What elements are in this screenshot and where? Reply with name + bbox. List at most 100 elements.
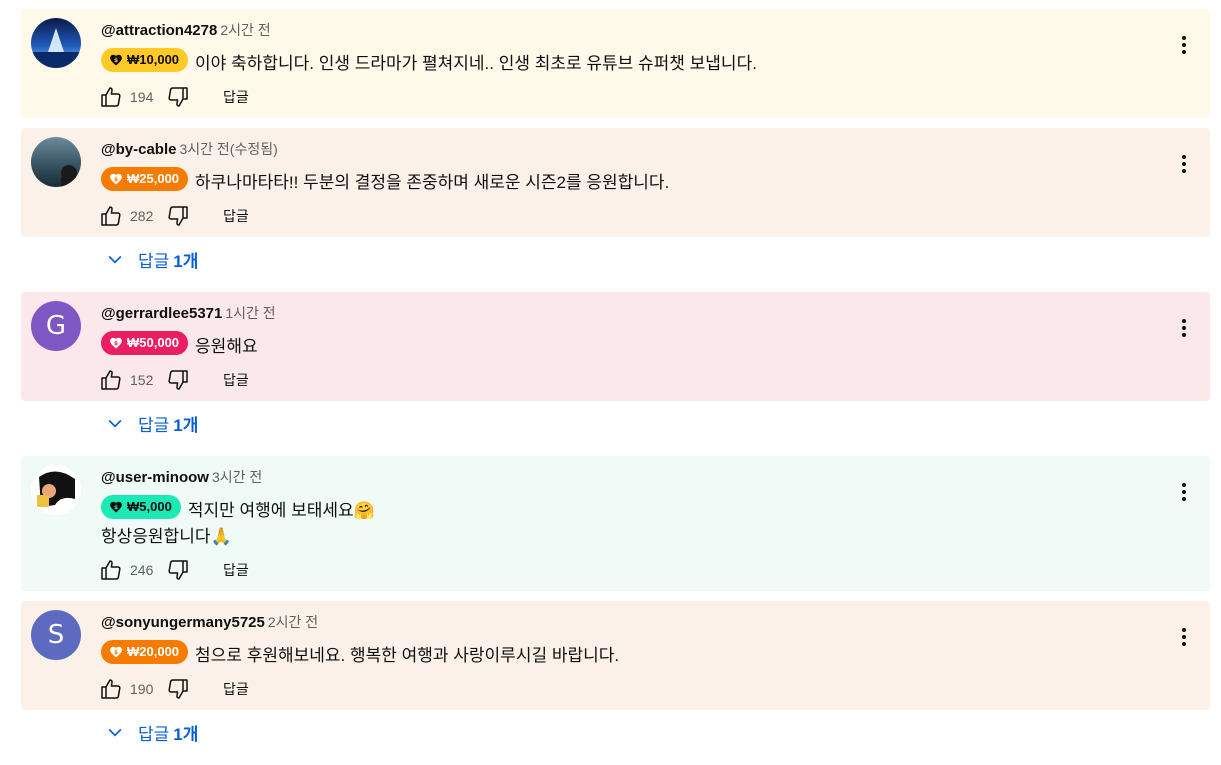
superchat-comment: @by-cable 3시간 전(수정됨) $ ₩25,000 하쿠나마타타!! 두… xyxy=(21,128,1210,237)
comment-menu-button[interactable] xyxy=(1172,33,1196,57)
avatar[interactable] xyxy=(31,137,81,187)
thumb-down-icon xyxy=(168,206,188,226)
superchat-comment: S @sonyungermany5725 2시간 전 $ ₩20,000 첨으로 … xyxy=(21,601,1210,710)
superchat-comment: @user-minoow 3시간 전 $ ₩5,000 적지만 여행에 보태세요🤗… xyxy=(21,456,1210,591)
like-button[interactable] xyxy=(99,368,123,392)
superchat-heart-icon: $ xyxy=(110,501,122,513)
avatar[interactable] xyxy=(31,18,81,68)
superchat-heart-icon: $ xyxy=(110,646,122,658)
reply-button[interactable]: 답글 xyxy=(223,679,249,699)
superchat-comment: G @gerrardlee5371 1시간 전 $ ₩50,000 응원해요 15… xyxy=(21,292,1210,401)
like-button[interactable] xyxy=(99,558,123,582)
superchat-amount: ₩5,000 xyxy=(127,499,172,514)
comment-author[interactable]: @attraction4278 xyxy=(101,22,217,39)
superchat-amount: ₩20,000 xyxy=(127,644,180,659)
comment-author[interactable]: @user-minoow xyxy=(101,469,209,486)
more-vert-icon xyxy=(1182,319,1186,337)
chevron-down-icon xyxy=(108,255,122,264)
chevron-down-icon xyxy=(108,728,122,737)
avatar[interactable]: G xyxy=(31,301,81,351)
thumb-up-icon xyxy=(101,560,121,580)
replies-count: 1개 xyxy=(173,415,199,435)
superchat-amount-badge: $ ₩25,000 xyxy=(101,167,189,191)
avatar[interactable] xyxy=(31,465,81,515)
superchat-amount: ₩10,000 xyxy=(127,52,180,67)
superchat-heart-icon: $ xyxy=(110,337,122,349)
comment-time[interactable]: 2시간 전 xyxy=(268,614,318,630)
comment-text-line2: 항상응원합니다🙏 xyxy=(101,527,232,546)
svg-text:$: $ xyxy=(114,58,118,64)
comment-time[interactable]: 2시간 전 xyxy=(220,22,270,38)
thumb-up-icon xyxy=(101,370,121,390)
replies-label: 답글 xyxy=(138,251,170,271)
comment-author[interactable]: @gerrardlee5371 xyxy=(101,305,222,322)
dislike-button[interactable] xyxy=(166,368,190,392)
superchat-heart-icon: $ xyxy=(110,173,122,185)
replies-count: 1개 xyxy=(173,724,199,744)
superchat-amount-badge: $ ₩10,000 xyxy=(101,48,189,72)
replies-label: 답글 xyxy=(138,724,170,744)
reply-button[interactable]: 답글 xyxy=(223,87,249,107)
comment-text: 적지만 여행에 보태세요🤗 xyxy=(187,501,375,520)
replies-label: 답글 xyxy=(138,415,170,435)
superchat-amount-badge: $ ₩5,000 xyxy=(101,495,181,519)
thumb-up-icon xyxy=(101,679,121,699)
comment-text: 이야 축하합니다. 인생 드라마가 펼쳐지네.. 인생 최초로 유튜브 슈퍼챗 … xyxy=(195,54,757,73)
svg-text:$: $ xyxy=(114,177,118,183)
more-vert-icon xyxy=(1182,628,1186,646)
more-vert-icon xyxy=(1182,36,1186,54)
comment-menu-button[interactable] xyxy=(1172,152,1196,176)
comment-menu-button[interactable] xyxy=(1172,316,1196,340)
comment-text: 하쿠나마타타!! 두분의 결정을 존중하며 새로운 시즌2를 응원합니다. xyxy=(195,173,670,192)
thumb-up-icon xyxy=(101,206,121,226)
thumb-down-icon xyxy=(168,560,188,580)
comment-text: 첨으로 후원해보네요. 행복한 여행과 사랑이루시길 바랍니다. xyxy=(195,646,620,665)
comment-author[interactable]: @by-cable xyxy=(101,141,176,158)
thumb-down-icon xyxy=(168,87,188,107)
thumb-down-icon xyxy=(168,370,188,390)
view-replies-button[interactable]: 답글 1개 xyxy=(105,246,198,272)
reply-button[interactable]: 답글 xyxy=(223,206,249,226)
avatar-letter: S xyxy=(47,620,65,650)
more-vert-icon xyxy=(1182,483,1186,501)
thumb-down-icon xyxy=(168,679,188,699)
svg-text:$: $ xyxy=(114,505,118,511)
like-count: 194 xyxy=(130,89,154,105)
like-button[interactable] xyxy=(99,204,123,228)
dislike-button[interactable] xyxy=(166,85,190,109)
chevron-down-icon xyxy=(108,419,122,428)
comment-time[interactable]: 3시간 전 xyxy=(212,469,262,485)
comment-author[interactable]: @sonyungermany5725 xyxy=(101,614,265,631)
comment-time[interactable]: 3시간 전(수정됨) xyxy=(179,141,277,157)
comment-time[interactable]: 1시간 전 xyxy=(225,305,275,321)
svg-text:$: $ xyxy=(114,341,118,347)
thumb-up-icon xyxy=(101,87,121,107)
like-button[interactable] xyxy=(99,85,123,109)
comment-menu-button[interactable] xyxy=(1172,480,1196,504)
reply-button[interactable]: 답글 xyxy=(223,560,249,580)
dislike-button[interactable] xyxy=(166,558,190,582)
like-count: 246 xyxy=(130,562,154,578)
avatar[interactable]: S xyxy=(31,610,81,660)
like-count: 190 xyxy=(130,681,154,697)
superchat-amount-badge: $ ₩50,000 xyxy=(101,331,189,355)
like-count: 152 xyxy=(130,372,154,388)
superchat-amount-badge: $ ₩20,000 xyxy=(101,640,189,664)
reply-button[interactable]: 답글 xyxy=(223,370,249,390)
svg-text:$: $ xyxy=(114,650,118,656)
more-vert-icon xyxy=(1182,155,1186,173)
dislike-button[interactable] xyxy=(166,204,190,228)
superchat-amount: ₩25,000 xyxy=(127,171,180,186)
like-count: 282 xyxy=(130,208,154,224)
superchat-heart-icon: $ xyxy=(110,54,122,66)
superchat-comment: @attraction4278 2시간 전 $ ₩10,000 이야 축하합니다.… xyxy=(21,9,1210,118)
dislike-button[interactable] xyxy=(166,677,190,701)
replies-count: 1개 xyxy=(173,251,199,271)
superchat-amount: ₩50,000 xyxy=(127,335,180,350)
comment-text: 응원해요 xyxy=(195,337,258,356)
view-replies-button[interactable]: 답글 1개 xyxy=(105,719,198,745)
avatar-letter: G xyxy=(45,311,67,341)
like-button[interactable] xyxy=(99,677,123,701)
comment-menu-button[interactable] xyxy=(1172,625,1196,649)
view-replies-button[interactable]: 답글 1개 xyxy=(105,410,198,436)
